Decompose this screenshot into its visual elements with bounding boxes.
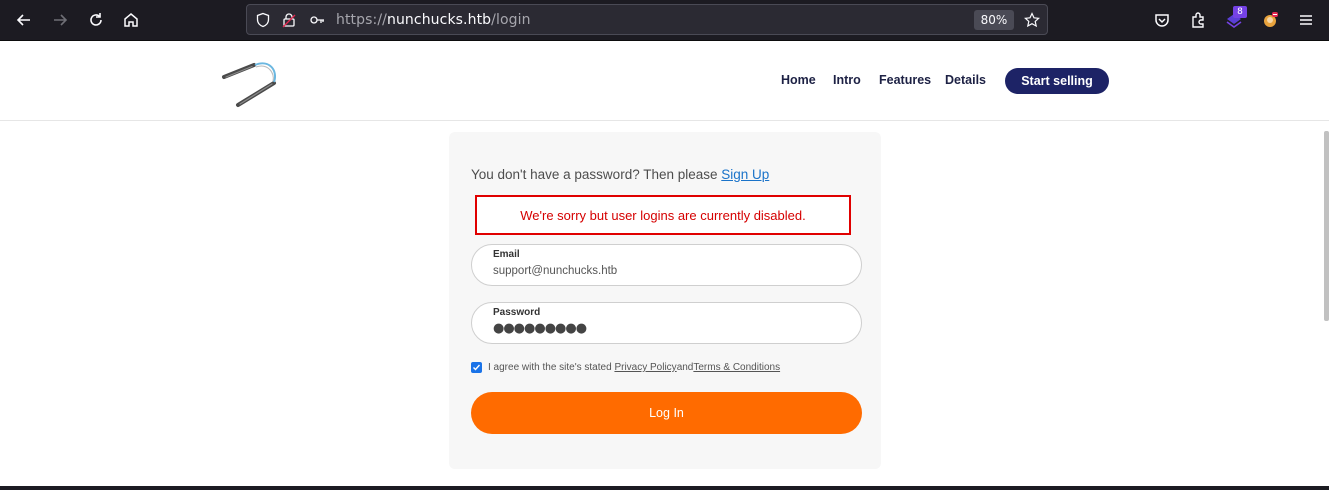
shield-icon[interactable] (254, 11, 272, 29)
page-scrollbar[interactable] (1324, 131, 1329, 321)
agree-text: I agree with the site's stated (488, 362, 612, 373)
nav-details[interactable]: Details (945, 73, 986, 87)
star-icon[interactable] (1023, 11, 1041, 29)
signup-prompt-text: You don't have a password? Then please (471, 167, 722, 182)
agree-row: I agree with the site's stated Privacy P… (471, 362, 780, 373)
email-value[interactable]: support@nunchucks.htb (493, 265, 617, 277)
privacy-policy-link[interactable]: Privacy Policy (614, 362, 676, 373)
error-message: We're sorry but user logins are currentl… (475, 195, 851, 235)
nav-features[interactable]: Features (879, 73, 931, 87)
reload-icon[interactable] (84, 8, 108, 32)
zoom-level[interactable]: 80% (974, 10, 1014, 30)
email-field[interactable]: Email support@nunchucks.htb (471, 244, 862, 286)
signup-prompt: You don't have a password? Then please S… (471, 167, 769, 182)
extensions-icon[interactable] (1186, 8, 1210, 32)
nav-intro[interactable]: Intro (833, 73, 861, 87)
password-value[interactable]: ●●●●●●●●● (493, 321, 587, 336)
checkmark-icon (473, 364, 481, 371)
pocket-icon[interactable] (1150, 8, 1174, 32)
url-text[interactable]: https://nunchucks.htb/login (336, 12, 531, 28)
login-card: You don't have a password? Then please S… (449, 132, 881, 469)
lock-icon[interactable] (280, 11, 298, 29)
start-selling-button[interactable]: Start selling (1005, 68, 1109, 94)
forward-icon[interactable] (48, 8, 72, 32)
agree-checkbox[interactable] (471, 362, 482, 373)
address-bar[interactable]: https://nunchucks.htb/login 80% (246, 4, 1048, 35)
menu-icon[interactable] (1294, 8, 1318, 32)
nunchucks-logo[interactable] (218, 59, 282, 111)
password-label: Password (493, 307, 541, 318)
home-icon[interactable] (119, 8, 143, 32)
terms-link[interactable]: Terms & Conditions (693, 362, 780, 373)
browser-toolbar: https://nunchucks.htb/login 80% 8 (0, 0, 1329, 41)
password-field[interactable]: Password ●●●●●●●●● (471, 302, 862, 344)
key-icon[interactable] (308, 11, 326, 29)
site-header: Home Intro Features Details Start sellin… (0, 41, 1329, 121)
email-label: Email (493, 249, 520, 260)
window-bottom-edge (0, 486, 1329, 490)
extension-badge-count: 8 (1233, 6, 1247, 18)
avatar-icon[interactable] (1258, 8, 1282, 32)
nav-home[interactable]: Home (781, 73, 816, 87)
login-button[interactable]: Log In (471, 392, 862, 434)
signup-link[interactable]: Sign Up (721, 167, 769, 182)
agree-and-text: and (676, 362, 694, 373)
back-icon[interactable] (12, 8, 36, 32)
